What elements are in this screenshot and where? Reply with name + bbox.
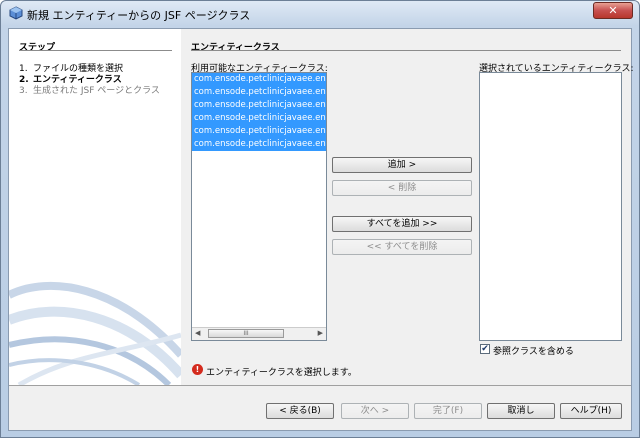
scroll-right-arrow-icon[interactable]: ▶ — [318, 329, 323, 337]
list-item[interactable]: com.ensode.petclinicjavaee.ent — [192, 73, 326, 86]
list-item[interactable]: com.ensode.petclinicjavaee.ent — [192, 86, 326, 99]
selected-classes-list[interactable] — [479, 72, 622, 341]
horizontal-scrollbar[interactable]: ◀ III ▶ — [192, 327, 326, 340]
finish-button[interactable]: 完了(F) — [414, 403, 482, 419]
list-item[interactable]: com.ensode.petclinicjavaee.ent — [192, 125, 326, 138]
step-label: 生成された JSF ページとクラス — [33, 86, 160, 96]
next-button[interactable]: 次へ > — [341, 403, 409, 419]
steps-divider — [19, 50, 172, 51]
error-message: エンティティークラスを選択します。 — [206, 368, 357, 378]
panel-heading: エンティティークラス — [191, 43, 280, 53]
decorative-swirl-graphic — [9, 281, 181, 385]
scroll-thumb[interactable]: III — [208, 329, 284, 338]
cancel-button[interactable]: 取消し — [487, 403, 555, 419]
error-icon: ! — [192, 364, 203, 375]
window-title: 新規 エンティティーからの JSF ページクラス — [27, 9, 251, 22]
include-references-label: 参照クラスを含める — [493, 347, 574, 357]
netbeans-cube-icon — [9, 6, 23, 20]
entity-classes-panel: エンティティークラス 利用可能なエンティティークラス: com.ensode.p… — [181, 29, 634, 385]
steps-panel: ステップ 1. ファイルの種類を選択 2. エンティティークラス 3. 生成された J… — [9, 29, 181, 385]
dialog-client-area: ステップ 1. ファイルの種類を選択 2. エンティティークラス 3. 生成された J… — [8, 28, 634, 431]
include-references-checkbox[interactable]: ✔ — [480, 344, 490, 354]
dialog-window: 新規 エンティティーからの JSF ページクラス ✕ ステップ 1. ファイルの種… — [0, 0, 640, 438]
panel-divider — [191, 50, 621, 51]
step-number: 3. — [19, 86, 28, 96]
list-item[interactable]: com.ensode.petclinicjavaee.ent — [192, 99, 326, 112]
remove-all-button[interactable]: << すべてを削除 — [332, 239, 472, 255]
add-button[interactable]: 追加 > — [332, 157, 472, 173]
button-bar: < 戻る(B) 次へ > 完了(F) 取消し ヘルプ(H) — [9, 386, 631, 430]
steps-heading: ステップ — [19, 43, 56, 53]
scroll-left-arrow-icon[interactable]: ◀ — [195, 329, 200, 337]
close-button[interactable]: ✕ — [593, 2, 633, 19]
list-item[interactable]: com.ensode.petclinicjavaee.ent — [192, 112, 326, 125]
help-button[interactable]: ヘルプ(H) — [560, 403, 622, 419]
step-item-3: 3. 生成された JSF ページとクラス — [19, 83, 160, 96]
add-all-button[interactable]: すべてを追加 >> — [332, 216, 472, 232]
available-classes-list[interactable]: com.ensode.petclinicjavaee.ent com.ensod… — [191, 72, 327, 341]
title-bar[interactable]: 新規 エンティティーからの JSF ページクラス ✕ — [1, 1, 639, 26]
list-item[interactable]: com.ensode.petclinicjavaee.ent — [192, 138, 326, 151]
back-button[interactable]: < 戻る(B) — [266, 403, 334, 419]
remove-button[interactable]: < 削除 — [332, 180, 472, 196]
